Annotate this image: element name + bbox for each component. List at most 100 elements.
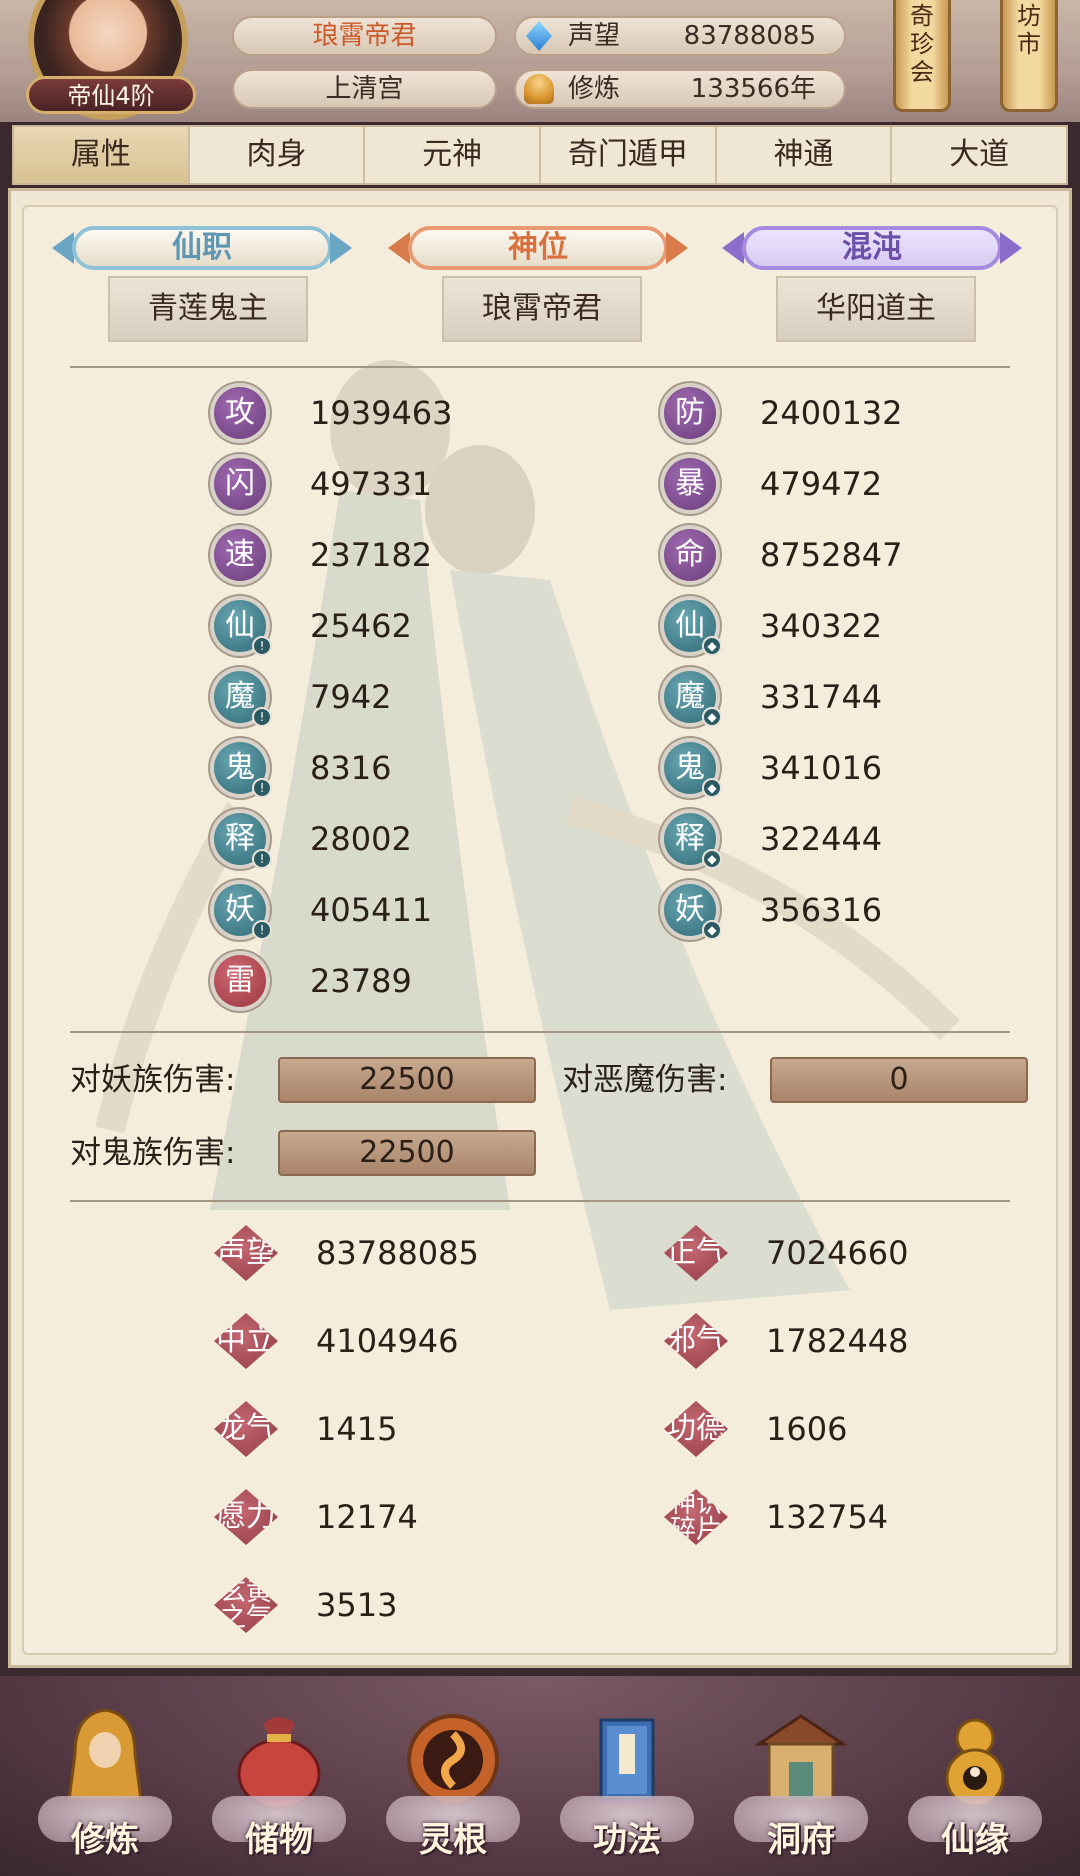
- attribute-value: 405411: [310, 891, 433, 929]
- badge-arrow-left-icon: [388, 232, 410, 264]
- tab-soul[interactable]: 元神: [365, 127, 542, 183]
- nav-label: 洞府: [767, 1820, 835, 1860]
- attack-mark-icon: !: [252, 707, 272, 727]
- crystal-gem-icon: [526, 21, 552, 51]
- market-button[interactable]: 坊 市: [1000, 0, 1058, 112]
- nav-label: 储物: [245, 1820, 313, 1860]
- nav-label: 功法: [593, 1820, 661, 1860]
- nav-label: 仙缘: [941, 1820, 1009, 1860]
- tab-attributes[interactable]: 属性: [14, 127, 190, 183]
- stat-value: 133566年: [690, 74, 816, 104]
- badge-arrow-right-icon: [330, 232, 352, 264]
- reputation-value: 1782448: [766, 1322, 909, 1360]
- rank-badge: 帝仙4阶: [26, 76, 196, 114]
- attribute-value: 2400132: [760, 394, 903, 432]
- tab-bar: 属性 肉身 元神 奇门遁甲 神通 大道: [12, 125, 1068, 185]
- reputation-value: 1606: [766, 1410, 848, 1448]
- attribute-icon: 命: [664, 529, 716, 581]
- attack-mark-icon: !: [252, 849, 272, 869]
- damage-value: 22500: [278, 1057, 536, 1103]
- attribute-icon: 暴: [664, 458, 716, 510]
- tab-dao[interactable]: 大道: [892, 127, 1066, 183]
- tab-body[interactable]: 肉身: [190, 127, 366, 183]
- attack-mark-icon: !: [252, 636, 272, 656]
- attribute-value: 1939463: [310, 394, 453, 432]
- scroll-char: 市: [1017, 30, 1041, 58]
- nav-storage-button[interactable]: 储物: [204, 1692, 354, 1864]
- attribute-value: 479472: [760, 465, 883, 503]
- player-name: 琅霄帝君: [232, 16, 497, 56]
- attribute-value: 23789: [310, 962, 412, 1000]
- attribute-value: 8316: [310, 749, 392, 787]
- defense-shield-icon: ◆: [702, 920, 722, 940]
- nav-cultivation-button[interactable]: 修炼: [30, 1692, 180, 1864]
- damage-label: 对妖族伤害:: [70, 1062, 236, 1098]
- player-sect: 上清宫: [232, 69, 497, 109]
- immortal-post-value: 青莲鬼主: [108, 276, 308, 342]
- badge-label: 仙职: [72, 226, 332, 270]
- badge-arrow-left-icon: [722, 232, 744, 264]
- reputation-value: 132754: [766, 1498, 889, 1536]
- badge-arrow-right-icon: [666, 232, 688, 264]
- attribute-value: 497331: [310, 465, 433, 503]
- divine-rank-badge: 神位: [388, 222, 688, 274]
- tab-powers[interactable]: 神通: [717, 127, 893, 183]
- cultivation-stat: 修炼 133566年: [514, 69, 846, 109]
- reputation-value: 4104946: [316, 1322, 459, 1360]
- chaos-value: 华阳道主: [776, 276, 976, 342]
- attribute-icon: 闪: [214, 458, 266, 510]
- attribute-icon: 防: [664, 387, 716, 439]
- nav-cave-mansion-button[interactable]: 洞府: [726, 1692, 876, 1864]
- stat-value: 83788085: [683, 21, 816, 51]
- section-divider: [70, 1200, 1010, 1202]
- divine-rank-value: 琅霄帝君: [442, 276, 642, 342]
- chaos-badge: 混沌: [722, 222, 1022, 274]
- attack-mark-icon: !: [252, 778, 272, 798]
- scroll-char: 奇: [910, 2, 934, 30]
- damage-value: 22500: [278, 1130, 536, 1176]
- attribute-value: 341016: [760, 749, 883, 787]
- nav-label: 修炼: [71, 1820, 139, 1860]
- defense-shield-icon: ◆: [702, 636, 722, 656]
- defense-shield-icon: ◆: [702, 849, 722, 869]
- attribute-icon: 攻: [214, 387, 266, 439]
- attribute-value: 237182: [310, 536, 433, 574]
- badge-label: 混沌: [742, 226, 1002, 270]
- attribute-value: 356316: [760, 891, 883, 929]
- attribute-value: 25462: [310, 607, 412, 645]
- badge-arrow-left-icon: [52, 232, 74, 264]
- attribute-value: 331744: [760, 678, 883, 716]
- scroll-char: 坊: [1017, 2, 1041, 30]
- attribute-icon: 速: [214, 529, 266, 581]
- tab-qimen[interactable]: 奇门遁甲: [541, 127, 717, 183]
- nav-technique-button[interactable]: 功法: [552, 1692, 702, 1864]
- reputation-value: 1415: [316, 1410, 398, 1448]
- meditation-icon: [524, 74, 554, 104]
- nav-label: 灵根: [419, 1820, 487, 1860]
- reputation-value: 3513: [316, 1586, 398, 1624]
- nav-fate-button[interactable]: 仙缘: [900, 1692, 1050, 1864]
- stat-label: 修炼: [568, 74, 621, 104]
- badge-arrow-right-icon: [1000, 232, 1022, 264]
- scroll-char: 会: [910, 58, 934, 86]
- reputation-value: 83788085: [316, 1234, 479, 1272]
- treasure-fair-button[interactable]: 奇 珍 会: [893, 0, 951, 112]
- damage-label: 对恶魔伤害:: [562, 1062, 728, 1098]
- damage-label: 对鬼族伤害:: [70, 1135, 236, 1171]
- reputation-stat: 声望 83788085: [514, 16, 846, 56]
- reputation-value: 12174: [316, 1498, 418, 1536]
- defense-shield-icon: ◆: [702, 778, 722, 798]
- attribute-value: 340322: [760, 607, 883, 645]
- damage-value: 0: [770, 1057, 1028, 1103]
- attribute-value: 7942: [310, 678, 392, 716]
- badge-label: 神位: [408, 226, 668, 270]
- attribute-value: 8752847: [760, 536, 903, 574]
- stat-label: 声望: [568, 21, 621, 51]
- nav-spirit-root-button[interactable]: 灵根: [378, 1692, 528, 1864]
- section-divider: [70, 1031, 1010, 1033]
- defense-shield-icon: ◆: [702, 707, 722, 727]
- attribute-value: 322444: [760, 820, 883, 858]
- attribute-icon: 雷: [214, 955, 266, 1007]
- section-divider: [70, 366, 1010, 368]
- immortal-post-badge: 仙职: [52, 222, 352, 274]
